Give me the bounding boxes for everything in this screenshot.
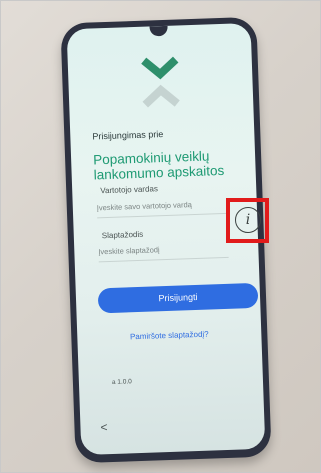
password-input[interactable]: Įveskite slaptažodį [98,240,229,263]
app-title: Popamokinių veiklų lankomumo apskaitos [92,148,225,183]
highlight-box [226,198,269,243]
password-label: Slaptažodis [101,229,144,241]
login-heading: Prisijungimas prie [92,129,164,142]
username-input[interactable]: Įveskite savo vartotojo vardą [96,196,228,219]
username-label: Vartotojo vardas [100,184,159,196]
camera-notch [149,25,168,37]
version-text: a 1.0.0 [111,378,132,386]
login-button[interactable]: Prisijungti [97,282,259,314]
app-logo-icon [141,56,180,108]
back-icon[interactable]: < [100,420,107,434]
forgot-password-link[interactable]: Pamiršote slaptažodį? [77,328,261,343]
